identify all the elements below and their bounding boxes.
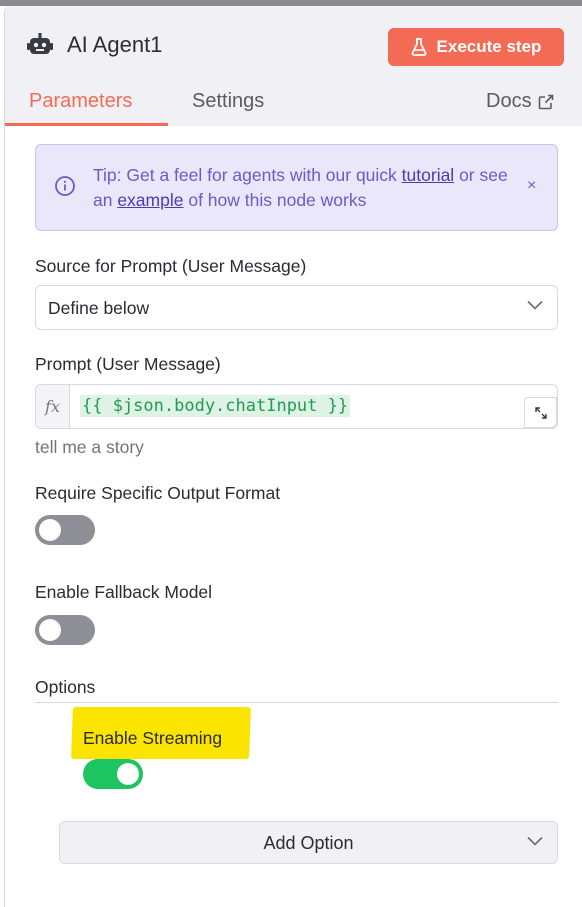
node-title: AI Agent1 bbox=[67, 32, 163, 57]
tab-parameters[interactable]: Parameters bbox=[29, 90, 132, 113]
info-icon bbox=[55, 176, 75, 196]
chevron-down-icon bbox=[527, 836, 543, 846]
chevron-down-icon bbox=[527, 300, 543, 310]
execute-step-label: Execute step bbox=[436, 37, 542, 56]
tab-docs-label: Docs bbox=[486, 90, 532, 112]
source-prompt-value: Define below bbox=[48, 298, 150, 318]
add-option-button[interactable]: Add Option bbox=[59, 821, 558, 864]
expand-icon bbox=[534, 406, 547, 419]
tab-docs[interactable]: Docs bbox=[486, 90, 554, 113]
node-parameters-panel: AI Agent1 Execute step Parameters Settin… bbox=[4, 6, 582, 907]
flask-icon bbox=[411, 38, 427, 56]
options-divider bbox=[35, 702, 558, 703]
source-prompt-label: Source for Prompt (User Message) bbox=[35, 256, 307, 276]
prompt-label: Prompt (User Message) bbox=[35, 354, 221, 374]
toggle-knob bbox=[39, 619, 61, 641]
enable-streaming-toggle[interactable] bbox=[83, 759, 143, 789]
fallback-model-toggle[interactable] bbox=[35, 615, 95, 645]
external-link-icon bbox=[538, 94, 553, 109]
fx-badge: fx bbox=[36, 385, 70, 428]
source-prompt-select[interactable]: Define below bbox=[35, 285, 558, 330]
tip-text: Tip: Get a feel for agents with our quic… bbox=[93, 165, 508, 210]
toggle-knob bbox=[39, 519, 61, 541]
toggle-knob bbox=[117, 763, 139, 785]
fallback-model-label: Enable Fallback Model bbox=[35, 582, 213, 602]
prompt-preview: tell me a story bbox=[35, 437, 144, 457]
robot-icon bbox=[27, 33, 53, 54]
tutorial-link[interactable]: tutorial bbox=[402, 165, 455, 185]
add-option-label: Add Option bbox=[263, 833, 354, 853]
prompt-expression-field[interactable]: fx {{ $json.body.chatInput }} bbox=[35, 384, 558, 429]
output-format-toggle[interactable] bbox=[35, 515, 95, 545]
tab-settings[interactable]: Settings bbox=[192, 90, 264, 113]
expand-editor-button[interactable] bbox=[524, 397, 557, 428]
panel-header: AI Agent1 Execute step Parameters Settin… bbox=[5, 6, 582, 126]
prompt-expression[interactable]: {{ $json.body.chatInput }} bbox=[80, 395, 351, 417]
active-tab-indicator bbox=[5, 123, 168, 126]
enable-streaming-label: Enable Streaming bbox=[83, 728, 223, 748]
tip-callout: Tip: Get a feel for agents with our quic… bbox=[35, 144, 558, 231]
execute-step-button[interactable]: Execute step bbox=[388, 28, 564, 66]
output-format-label: Require Specific Output Format bbox=[35, 483, 281, 503]
options-label: Options bbox=[35, 677, 96, 697]
example-link[interactable]: example bbox=[117, 190, 183, 210]
tip-close-button[interactable]: × bbox=[527, 177, 536, 195]
